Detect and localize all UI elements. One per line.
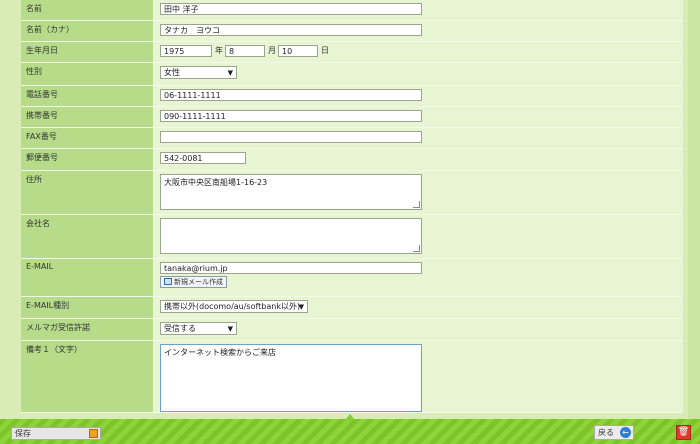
zip-input[interactable]: 542-0081: [160, 151, 246, 164]
company-textarea[interactable]: [160, 217, 422, 254]
name-input[interactable]: 田中 洋子: [160, 3, 422, 15]
gender-select[interactable]: 女性 ▼: [160, 65, 237, 79]
birth-day-input[interactable]: 10: [278, 44, 318, 57]
new-mail-label: 新規メール作成: [174, 277, 223, 286]
lock-icon: [89, 429, 98, 438]
row-address: 住所 大阪市中央区南船場1-16-23: [21, 170, 683, 215]
magazine-select[interactable]: 受信する ▼: [160, 321, 237, 335]
birth-month-input[interactable]: 8: [225, 44, 265, 57]
phone-input[interactable]: 06-1111-1111: [160, 88, 422, 101]
email-type-selected: 携帯以外(docomo/au/softbank以外): [164, 301, 301, 311]
save-button[interactable]: 保存: [11, 427, 101, 440]
row-phone: 電話番号 06-1111-1111: [21, 85, 683, 107]
mobile-input[interactable]: 090-1111-1111: [160, 109, 422, 122]
new-mail-button[interactable]: 新規メール作成: [160, 275, 227, 288]
gender-selected: 女性: [164, 67, 180, 77]
label-gender: 性別: [21, 62, 153, 86]
save-label: 保存: [15, 429, 31, 438]
back-label: 戻る: [598, 428, 614, 437]
month-unit: 月: [268, 46, 276, 55]
birth-year-input[interactable]: 1975: [160, 44, 212, 57]
label-name: 名前: [21, 0, 153, 21]
trash-icon[interactable]: 🗑: [676, 425, 691, 440]
row-zip: 郵便番号 542-0081: [21, 148, 683, 171]
label-phone: 電話番号: [21, 85, 153, 107]
row-note1: 備考１（文字） インターネット検索からご来店: [21, 340, 683, 413]
row-fax: FAX番号: [21, 127, 683, 149]
row-name: 名前 田中 洋子: [21, 0, 683, 21]
row-kana: 名前（カナ） タナカ ヨウコ: [21, 20, 683, 42]
label-magazine: メルマガ受信許諾: [21, 318, 153, 341]
kana-input[interactable]: タナカ ヨウコ: [160, 23, 422, 36]
resize-grip-icon[interactable]: [413, 200, 420, 208]
label-address: 住所: [21, 170, 153, 215]
back-arrow-icon: ←: [620, 427, 631, 438]
label-company: 会社名: [21, 214, 153, 259]
customer-form: 名前 田中 洋子 名前（カナ） タナカ ヨウコ 生年月日 1975 年 8 月 10 日 …: [21, 0, 683, 413]
day-unit: 日: [321, 46, 329, 55]
chevron-down-icon: ▼: [298, 302, 304, 311]
row-email: E-MAIL tanaka@rium.jp 新規メール作成: [21, 258, 683, 297]
label-kana: 名前（カナ）: [21, 20, 153, 42]
note1-text: インターネット検索からご来店: [164, 347, 276, 357]
row-gender: 性別 女性 ▼: [21, 62, 683, 86]
row-magazine: メルマガ受信許諾 受信する ▼: [21, 318, 683, 341]
address-text: 大阪市中央区南船場1-16-23: [164, 177, 268, 187]
email-input[interactable]: tanaka@rium.jp: [160, 261, 422, 274]
toolbar-notch: [345, 414, 355, 420]
label-email-type: E-MAIL種別: [21, 296, 153, 319]
row-email-type: E-MAIL種別 携帯以外(docomo/au/softbank以外) ▼: [21, 296, 683, 319]
scrollbar[interactable]: [688, 0, 700, 420]
year-unit: 年: [215, 46, 223, 55]
label-mobile: 携帯番号: [21, 106, 153, 128]
resize-grip-icon[interactable]: [413, 244, 420, 252]
mail-icon: [164, 278, 172, 285]
address-textarea[interactable]: 大阪市中央区南船場1-16-23: [160, 173, 422, 210]
row-mobile: 携帯番号 090-1111-1111: [21, 106, 683, 128]
chevron-down-icon: ▼: [227, 324, 233, 333]
chevron-down-icon: ▼: [227, 68, 233, 77]
fax-input[interactable]: [160, 130, 422, 143]
label-note1: 備考１（文字）: [21, 340, 153, 413]
row-company: 会社名: [21, 214, 683, 259]
label-birthday: 生年月日: [21, 41, 153, 63]
label-email: E-MAIL: [21, 258, 153, 297]
email-type-select[interactable]: 携帯以外(docomo/au/softbank以外) ▼: [160, 299, 308, 313]
row-birthday: 生年月日 1975 年 8 月 10 日: [21, 41, 683, 63]
note1-textarea[interactable]: インターネット検索からご来店: [160, 343, 422, 412]
label-fax: FAX番号: [21, 127, 153, 149]
magazine-selected: 受信する: [164, 323, 196, 333]
label-zip: 郵便番号: [21, 148, 153, 171]
back-button[interactable]: 戻る ←: [594, 425, 634, 440]
